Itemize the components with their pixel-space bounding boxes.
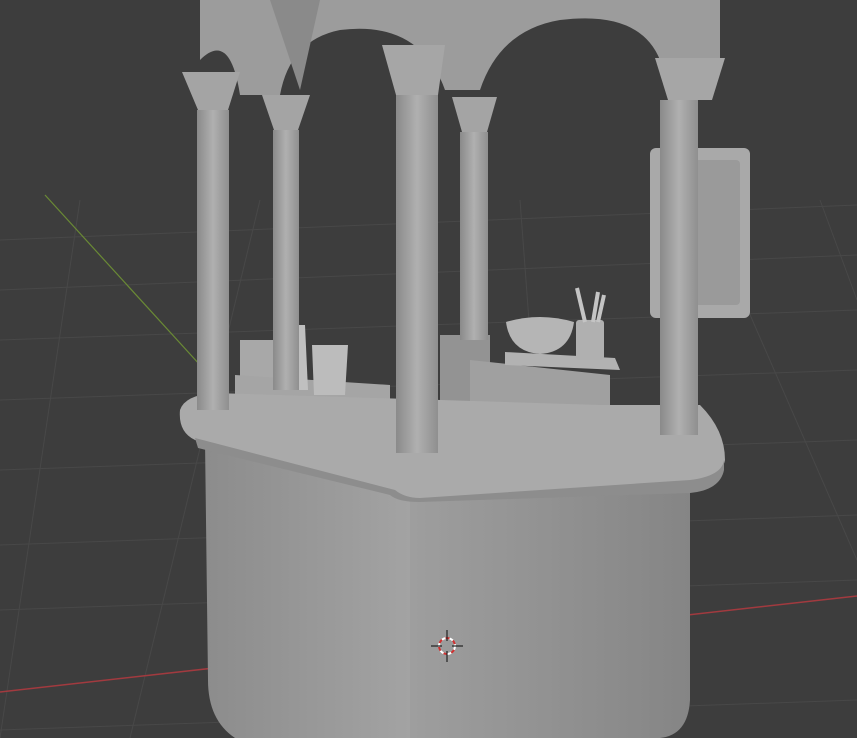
viewport-scene <box>0 0 857 738</box>
3d-viewport[interactable] <box>0 0 857 738</box>
kiosk-model[interactable] <box>179 0 750 738</box>
